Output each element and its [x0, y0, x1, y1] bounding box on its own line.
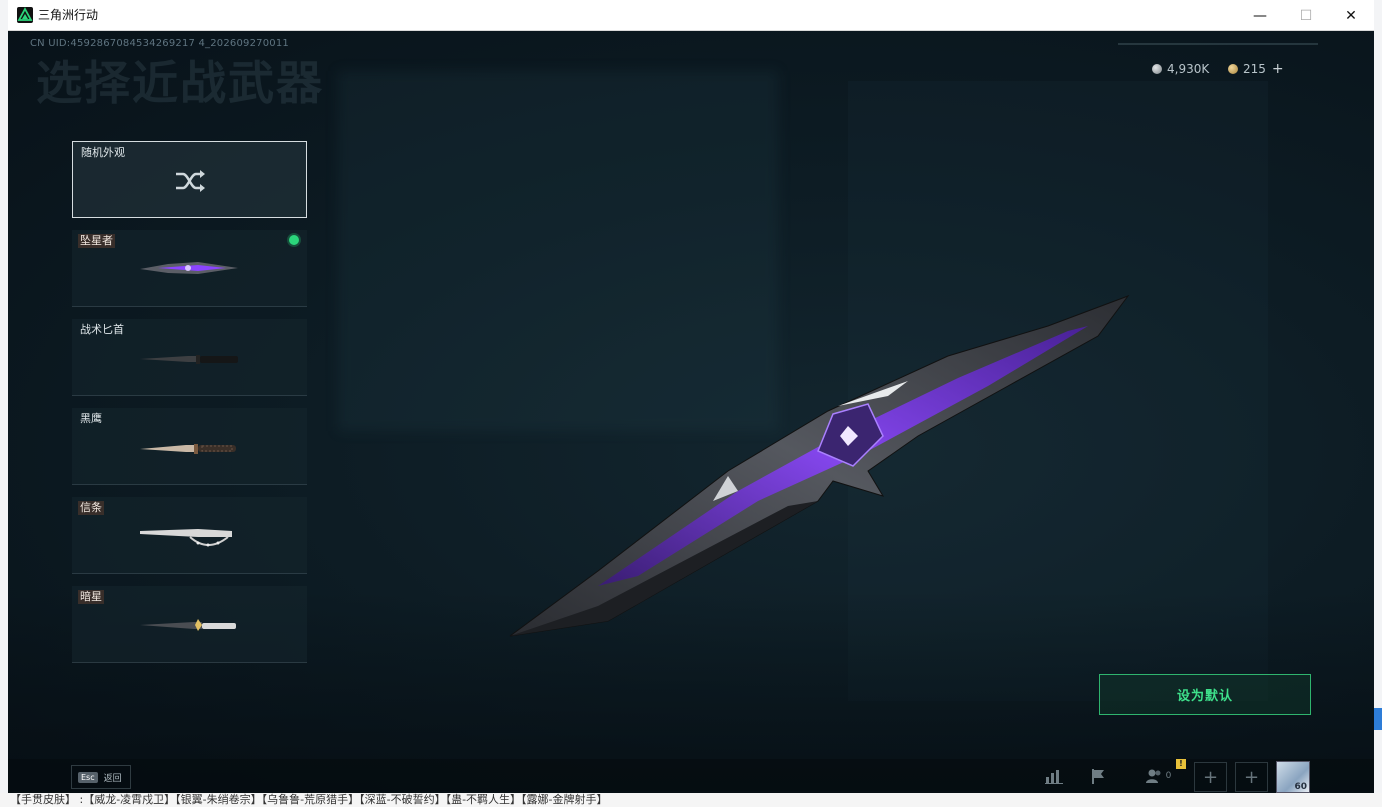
- desktop-background-right: [1374, 0, 1382, 807]
- title-bar[interactable]: 三角洲行动 — ☐ ✕: [8, 0, 1374, 31]
- starfall-knife-preview[interactable]: [488, 286, 1138, 646]
- weapon-card-starfall[interactable]: 坠星者: [72, 230, 307, 307]
- minimize-button[interactable]: —: [1237, 0, 1283, 31]
- gold-currency: 215 +: [1228, 61, 1284, 77]
- app-logo-icon: [17, 7, 33, 23]
- bar-chart-icon: [1045, 770, 1063, 784]
- weapon-card-tactical-dagger[interactable]: 战术匕首: [72, 319, 307, 396]
- desktop-background-left: [0, 0, 8, 807]
- black-hawk-knife-thumbnail: [140, 444, 236, 454]
- page-title: 选择近战武器: [36, 56, 324, 110]
- flag-button[interactable]: [1084, 762, 1114, 790]
- top-divider: [1118, 43, 1318, 45]
- add-party-slot-button[interactable]: +: [1194, 762, 1227, 792]
- silver-currency: 4,930K: [1152, 61, 1209, 77]
- desktop-blue-tab: [1374, 708, 1382, 730]
- back-button[interactable]: Esc 返回: [71, 765, 131, 789]
- random-skin-card[interactable]: 随机外观: [72, 141, 307, 218]
- avatar-level: 60: [1294, 782, 1307, 792]
- add-party-slot-button[interactable]: +: [1235, 762, 1268, 792]
- weapon-name: 坠星者: [78, 234, 115, 248]
- weapon-name: 战术匕首: [80, 323, 124, 336]
- notification-badge: !: [1176, 759, 1186, 769]
- random-skin-label: 随机外观: [81, 146, 125, 159]
- window-title: 三角洲行动: [38, 8, 99, 22]
- weapon-name: 黑鹰: [80, 412, 102, 425]
- avatar[interactable]: 60: [1276, 761, 1310, 793]
- set-default-button[interactable]: 设为默认: [1099, 674, 1311, 715]
- dark-star-knife-thumbnail: [140, 619, 236, 631]
- back-label: 返回: [103, 773, 122, 784]
- friends-button[interactable]: 0: [1137, 762, 1179, 790]
- silver-amount: 4,930K: [1167, 62, 1210, 76]
- shuffle-icon: [176, 170, 205, 192]
- game-viewport: CN UID:4592867084534269217 4_20260927001…: [8, 31, 1374, 793]
- equipped-indicator: [289, 235, 299, 245]
- maximize-button[interactable]: ☐: [1283, 0, 1329, 31]
- weapon-card-black-hawk[interactable]: 黑鹰: [72, 408, 307, 485]
- starfall-knife-thumbnail: [140, 262, 238, 274]
- gold-amount: 215: [1243, 62, 1266, 76]
- stats-button[interactable]: [1039, 762, 1069, 790]
- creed-knife-thumbnail: [140, 529, 232, 547]
- friends-online-count: 0: [1165, 771, 1172, 781]
- bottom-bar: Esc 返回 0 ! + + 60: [8, 759, 1374, 793]
- weapon-name: 暗星: [78, 590, 104, 604]
- silver-coin-icon: [1152, 64, 1162, 74]
- esc-key-hint: Esc: [78, 771, 98, 783]
- friends-icon: [1145, 769, 1161, 783]
- gold-coin-icon: [1228, 64, 1238, 74]
- weapon-card-creed[interactable]: 信条: [72, 497, 307, 574]
- close-button[interactable]: ✕: [1328, 0, 1374, 31]
- game-window: 三角洲行动 — ☐ ✕ CN UID:4592867084534269217 4…: [8, 0, 1374, 793]
- desktop-taskbar-text: 【手贯皮肤】 :【威龙-凌霄戍卫】【银翼-朱绡卷宗】【乌鲁鲁-荒原猎手】【深蓝-…: [0, 793, 1382, 807]
- tactical-dagger-thumbnail: [140, 355, 238, 364]
- weapon-card-dark-star[interactable]: 暗星: [72, 586, 307, 663]
- add-currency-button[interactable]: +: [1272, 61, 1284, 77]
- weapon-name: 信条: [78, 501, 104, 515]
- flag-icon: [1092, 769, 1104, 784]
